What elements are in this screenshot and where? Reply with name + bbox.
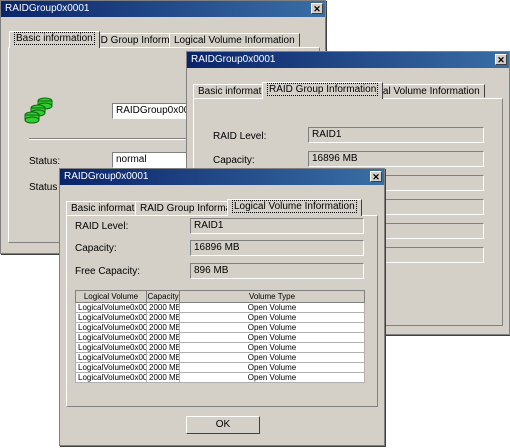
raid-group-icon — [24, 97, 53, 124]
raid-level-label: RAID Level: — [213, 131, 267, 142]
free-capacity-field: 896 MB — [190, 263, 364, 279]
table-row[interactable]: LogicalVolume0x001F2000 MBOpen Volume — [75, 332, 365, 343]
raid-level-field: RAID1 — [190, 218, 364, 234]
raid-group-name-field: RAIDGroup0x0001 — [112, 103, 192, 119]
table-row[interactable]: LogicalVolume0x00212000 MBOpen Volume — [75, 312, 365, 323]
table-row[interactable]: LogicalVolume0x001C2000 MBOpen Volume — [75, 362, 365, 373]
window-titlebar[interactable]: RAIDGroup0x0001 ✕ — [60, 169, 384, 185]
window-titlebar[interactable]: RAIDGroup0x0001 ✕ — [1, 1, 325, 17]
window-titlebar[interactable]: RAIDGroup0x0001 ✕ — [187, 52, 509, 68]
table-row[interactable]: LogicalVolume0x001B2000 MBOpen Volume — [75, 372, 365, 383]
tab-raid-group-information[interactable]: RAID Group Information — [262, 82, 384, 99]
window-title: RAIDGroup0x0001 — [5, 3, 90, 14]
tab-logical-volume-information[interactable]: Logical Volume Information — [227, 199, 362, 216]
column-header-capacity[interactable]: Capacity — [146, 290, 180, 303]
table-row[interactable]: LogicalVolume0x001E2000 MBOpen Volume — [75, 342, 365, 353]
column-header-logical-volume[interactable]: Logical Volume — [75, 290, 147, 303]
tab-basic-information[interactable]: Basic information — [9, 31, 100, 48]
close-icon[interactable]: ✕ — [495, 54, 507, 65]
status-label: Status: — [29, 156, 61, 167]
close-icon[interactable]: ✕ — [311, 3, 323, 14]
raid-group-window-logical-volume: RAIDGroup0x0001 ✕ Basic information RAID… — [59, 168, 385, 446]
raid-level-label: RAID Level: — [75, 221, 129, 232]
raid-level-field: RAID1 — [308, 127, 484, 143]
table-row[interactable]: LogicalVolume0x00222000 MBOpen Volume — [75, 302, 365, 313]
status-field: normal — [112, 152, 192, 168]
capacity-label: Capacity: — [213, 155, 255, 166]
capacity-label: Capacity: — [75, 243, 117, 254]
ok-button[interactable]: OK — [186, 416, 260, 434]
table-row[interactable]: LogicalVolume0x00202000 MBOpen Volume — [75, 322, 365, 333]
capacity-field: 16896 MB — [308, 151, 484, 167]
table-row[interactable]: LogicalVolume0x001D2000 MBOpen Volume — [75, 352, 365, 363]
close-icon[interactable]: ✕ — [370, 171, 382, 182]
capacity-field: 16896 MB — [190, 240, 364, 256]
tab-logical-volume-information[interactable]: Logical Volume Information — [169, 33, 300, 47]
window-title: RAIDGroup0x0001 — [191, 54, 276, 65]
window-title: RAIDGroup0x0001 — [64, 171, 149, 182]
column-header-volume-type[interactable]: Volume Type — [179, 290, 365, 303]
separator — [29, 138, 199, 140]
logical-volume-table: Logical Volume Capacity Volume Type Logi… — [75, 290, 365, 383]
free-capacity-label: Free Capacity: — [75, 266, 141, 277]
